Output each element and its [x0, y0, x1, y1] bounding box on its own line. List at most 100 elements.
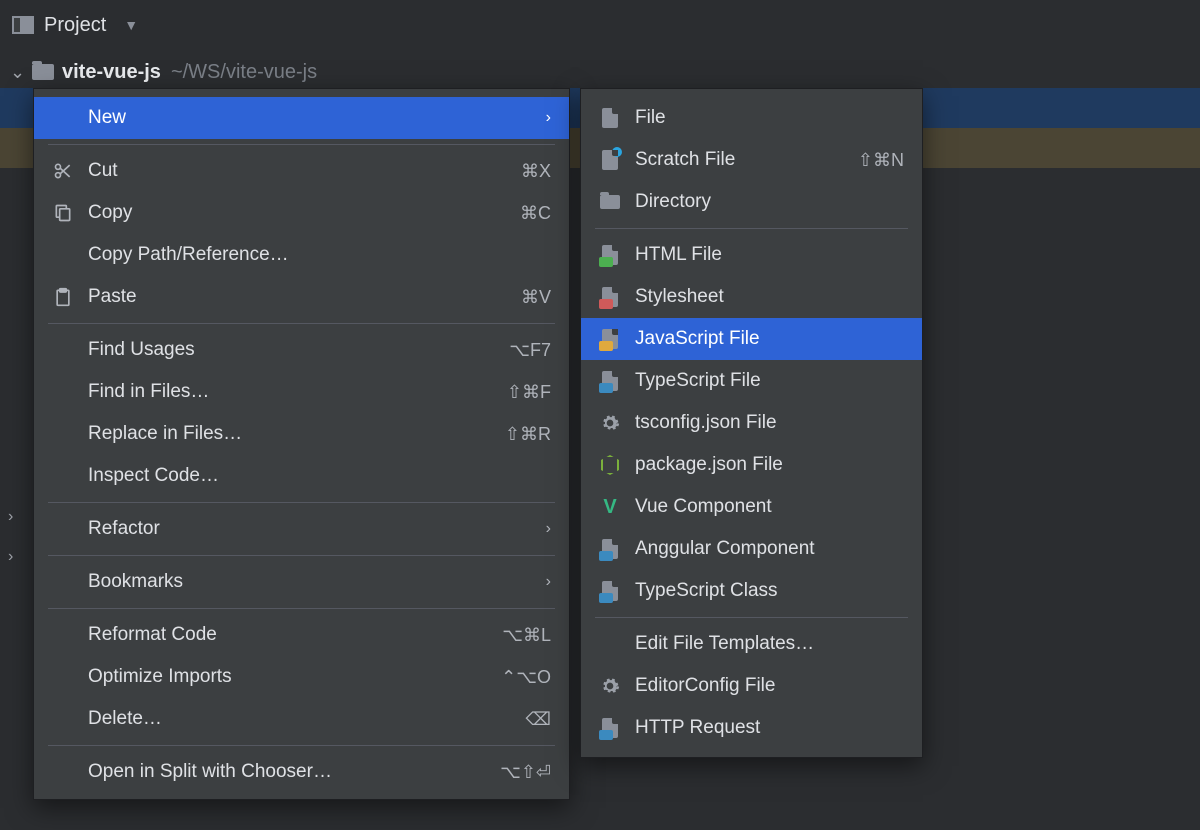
menu-item-paste[interactable]: Paste⌘V: [34, 276, 569, 318]
menu-separator: [48, 745, 555, 746]
menu-item-scratch[interactable]: Scratch File⇧⌘N: [581, 139, 922, 181]
menu-item-edittpl[interactable]: Edit File Templates…: [581, 623, 922, 665]
menu-item-label: Refactor: [88, 518, 532, 540]
menu-item-label: JavaScript File: [635, 328, 904, 350]
menu-item-label: Reformat Code: [88, 624, 488, 646]
chevron-right-icon: ›: [546, 109, 551, 127]
project-tree[interactable]: ⌄ vite-vue-js ~/WS/vite-vue-js: [0, 50, 1200, 86]
menu-item-jsfile[interactable]: JavaScript File: [581, 318, 922, 360]
menu-item-reformat[interactable]: Reformat Code ⌥⌘L: [34, 614, 569, 656]
menu-item-label: Cut: [88, 160, 507, 182]
menu-item-label: TypeScript Class: [635, 580, 904, 602]
ts-icon: [599, 581, 621, 601]
html-icon: [599, 245, 621, 265]
menu-item-refactor[interactable]: Refactor›: [34, 508, 569, 550]
menu-item-label: Directory: [635, 191, 904, 213]
shortcut-label: ⇧⌘R: [505, 424, 551, 445]
shortcut-label: ⌘V: [521, 287, 551, 308]
menu-item-label: Optimize Imports: [88, 666, 487, 688]
menu-item-label: HTML File: [635, 244, 904, 266]
menu-item-label: Open in Split with Chooser…: [88, 761, 486, 783]
chevron-down-icon[interactable]: ⌄: [10, 62, 24, 83]
chevron-down-icon[interactable]: ▼: [124, 17, 138, 33]
menu-item-label: Find in Files…: [88, 381, 493, 403]
ts-icon: [599, 539, 621, 559]
shortcut-label: ⌫: [526, 709, 551, 730]
menu-item-label: HTTP Request: [635, 717, 904, 739]
menu-item-label: Anggular Component: [635, 538, 904, 560]
collapsed-tree-chevrons: › ›: [8, 508, 13, 588]
menu-item-tsfile[interactable]: TypeScript File: [581, 360, 922, 402]
vue-icon: V: [599, 496, 621, 519]
menu-separator: [48, 323, 555, 324]
menu-item-label: Stylesheet: [635, 286, 904, 308]
ts-icon: [599, 371, 621, 391]
menu-item-findinfiles[interactable]: Find in Files… ⇧⌘F: [34, 371, 569, 413]
menu-item-directory[interactable]: Directory: [581, 181, 922, 223]
menu-item-stylesheet[interactable]: Stylesheet: [581, 276, 922, 318]
shortcut-label: ⌥⇧⏎: [500, 762, 551, 783]
menu-item-vue[interactable]: V Vue Component: [581, 486, 922, 528]
chevron-right-icon[interactable]: ›: [8, 508, 13, 548]
menu-separator: [595, 617, 908, 618]
menu-item-label: Edit File Templates…: [635, 633, 904, 655]
shortcut-label: ⇧⌘N: [858, 150, 904, 171]
menu-item-label: Copy Path/Reference…: [88, 244, 551, 266]
dir-icon: [599, 195, 621, 209]
menu-item-tsclass[interactable]: TypeScript Class: [581, 570, 922, 612]
menu-item-label: package.json File: [635, 454, 904, 476]
menu-item-label: Delete…: [88, 708, 512, 730]
chevron-right-icon[interactable]: ›: [8, 548, 13, 588]
menu-item-editorconfig[interactable]: EditorConfig File: [581, 665, 922, 707]
menu-separator: [48, 502, 555, 503]
menu-item-copy[interactable]: Copy ⌘C: [34, 192, 569, 234]
menu-item-label: New: [88, 107, 532, 129]
folder-icon: [32, 64, 54, 80]
menu-item-copypath[interactable]: Copy Path/Reference…: [34, 234, 569, 276]
menu-item-tsconfig[interactable]: tsconfig.json File: [581, 402, 922, 444]
toolbar-title[interactable]: Project: [44, 14, 106, 37]
shortcut-label: ⌃⌥O: [501, 667, 551, 688]
new-submenu: File Scratch File⇧⌘N Directory HTML File Sty…: [580, 88, 923, 758]
node-icon: [599, 455, 621, 475]
js-icon: [599, 329, 621, 349]
menu-item-label: Vue Component: [635, 496, 904, 518]
menu-item-label: Find Usages: [88, 339, 495, 361]
gear-icon: [599, 413, 621, 433]
menu-item-inspect[interactable]: Inspect Code…: [34, 455, 569, 497]
shortcut-label: ⇧⌘F: [507, 382, 551, 403]
menu-separator: [595, 228, 908, 229]
menu-item-findusages[interactable]: Find Usages ⌥F7: [34, 329, 569, 371]
menu-separator: [48, 555, 555, 556]
menu-item-http[interactable]: HTTP Request: [581, 707, 922, 749]
shortcut-label: ⌥⌘L: [502, 625, 551, 646]
menu-item-package[interactable]: package.json File: [581, 444, 922, 486]
shortcut-label: ⌥F7: [509, 340, 551, 361]
menu-item-html[interactable]: HTML File: [581, 234, 922, 276]
menu-item-opensplit[interactable]: Open in Split with Chooser… ⌥⇧⏎: [34, 751, 569, 793]
css-icon: [599, 287, 621, 307]
menu-item-label: Copy: [88, 202, 506, 224]
api-icon: [599, 718, 621, 738]
menu-item-angular[interactable]: Anggular Component: [581, 528, 922, 570]
file-icon: [599, 108, 621, 128]
menu-item-delete[interactable]: Delete… ⌫: [34, 698, 569, 740]
menu-item-label: EditorConfig File: [635, 675, 904, 697]
menu-item-label: Bookmarks: [88, 571, 532, 593]
shortcut-label: ⌘C: [520, 203, 551, 224]
menu-item-label: tsconfig.json File: [635, 412, 904, 434]
menu-item-new[interactable]: New ›: [34, 97, 569, 139]
menu-item-optimize[interactable]: Optimize Imports ⌃⌥O: [34, 656, 569, 698]
menu-item-cut[interactable]: Cut ⌘X: [34, 150, 569, 192]
shortcut-label: ⌘X: [521, 161, 551, 182]
scissors-icon: [52, 161, 74, 181]
menu-item-replaceinfiles[interactable]: Replace in Files…⇧⌘R: [34, 413, 569, 455]
menu-item-file[interactable]: File: [581, 97, 922, 139]
scratch-icon: [599, 150, 621, 170]
project-root-row[interactable]: ⌄ vite-vue-js ~/WS/vite-vue-js: [10, 58, 1200, 86]
menu-item-bookmarks[interactable]: Bookmarks ›: [34, 561, 569, 603]
gear-icon: [599, 676, 621, 696]
chevron-right-icon: ›: [546, 573, 551, 591]
menu-item-label: File: [635, 107, 904, 129]
project-view-icon: [12, 16, 34, 34]
